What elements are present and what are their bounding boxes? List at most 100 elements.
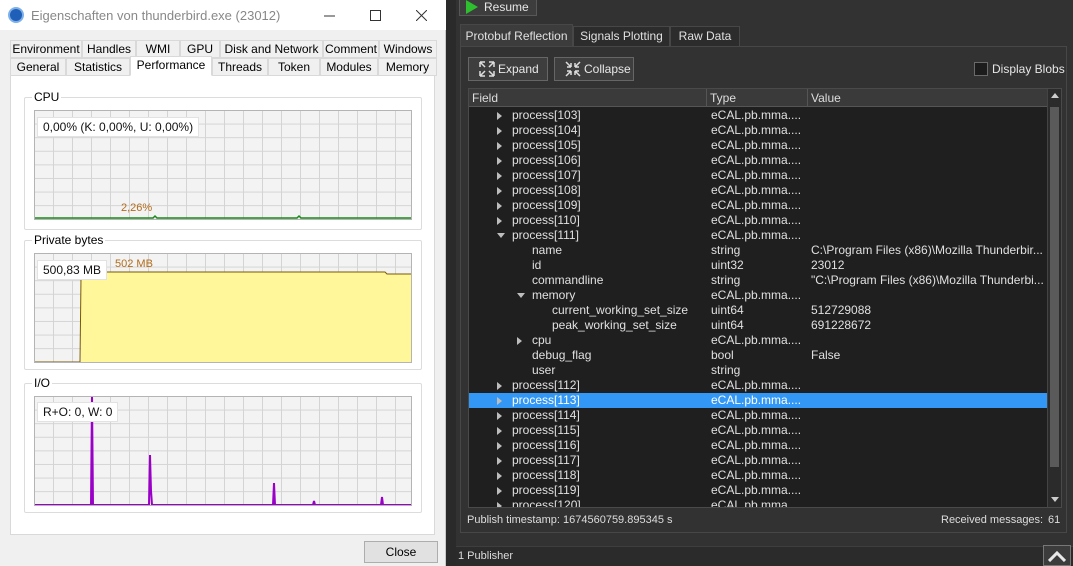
expanded-arrow-icon[interactable]: [497, 233, 505, 238]
tree-row[interactable]: peak_working_set_size uint64 691228672: [469, 318, 1047, 333]
collapsed-arrow-icon[interactable]: [497, 127, 502, 135]
type-cell: eCAL.pb.mma....: [711, 333, 802, 347]
tab-memory[interactable]: Memory: [378, 58, 437, 76]
column-header-value[interactable]: Value: [808, 89, 1047, 107]
collapsed-arrow-icon[interactable]: [497, 382, 502, 390]
close-window-button[interactable]: [398, 0, 444, 30]
tree-row[interactable]: id uint32 23012: [469, 258, 1047, 273]
tab-threads[interactable]: Threads: [212, 58, 268, 76]
tab-signals-plotting[interactable]: Signals Plotting: [573, 26, 670, 47]
collapsed-arrow-icon[interactable]: [497, 157, 502, 165]
collapsed-arrow-icon[interactable]: [497, 487, 502, 495]
tree-row[interactable]: name string C:\Program Files (x86)\Mozilla…: [469, 243, 1047, 258]
protobuf-tree[interactable]: Field Type Value process[103] eCAL.pb.mma…: [468, 88, 1062, 508]
field-cell: process[108]: [512, 183, 581, 197]
tab-raw-data[interactable]: Raw Data: [670, 26, 740, 47]
collapsed-arrow-icon[interactable]: [497, 397, 502, 405]
tree-row[interactable]: process[106] eCAL.pb.mma....: [469, 153, 1047, 168]
tree-row[interactable]: process[119] eCAL.pb.mma....: [469, 483, 1047, 498]
collapsed-arrow-icon[interactable]: [497, 502, 502, 507]
tab-performance[interactable]: Performance: [130, 56, 212, 76]
column-header-field[interactable]: Field: [469, 89, 707, 107]
field-cell: process[103]: [512, 108, 581, 122]
tree-row[interactable]: process[104] eCAL.pb.mma....: [469, 123, 1047, 138]
expand-button[interactable]: Expand: [468, 57, 548, 81]
tab-comment[interactable]: Comment: [323, 40, 379, 58]
tab-handles[interactable]: Handles: [82, 40, 136, 58]
tab-general[interactable]: General: [10, 58, 66, 76]
received-messages-label: Received messages:: [941, 514, 1044, 526]
field-cell: process[105]: [512, 138, 581, 152]
tree-row[interactable]: user string: [469, 363, 1047, 378]
tree-row[interactable]: process[118] eCAL.pb.mma....: [469, 468, 1047, 483]
collapsed-arrow-icon[interactable]: [497, 142, 502, 150]
tree-row[interactable]: process[103] eCAL.pb.mma....: [469, 108, 1047, 123]
type-cell: eCAL.pb.mma....: [711, 153, 802, 167]
type-cell: eCAL.pb.mma....: [711, 288, 802, 302]
collapse-label: Collapse: [584, 62, 631, 76]
tree-row[interactable]: process[120] eCAL.pb.mma....: [469, 498, 1047, 507]
tab-modules[interactable]: Modules: [320, 58, 378, 76]
tab-disk-and-network[interactable]: Disk and Network: [220, 40, 323, 58]
io-group-title: I/O: [32, 376, 53, 390]
type-cell: eCAL.pb.mma....: [711, 468, 802, 482]
collapsed-arrow-icon[interactable]: [497, 442, 502, 450]
private-bytes-readout: 500,83 MB: [37, 260, 108, 280]
collapsed-arrow-icon[interactable]: [497, 187, 502, 195]
column-header-type[interactable]: Type: [707, 89, 808, 107]
display-blobs-checkbox[interactable]: [974, 62, 988, 76]
tree-row[interactable]: process[114] eCAL.pb.mma....: [469, 408, 1047, 423]
tree-row[interactable]: process[112] eCAL.pb.mma....: [469, 378, 1047, 393]
tree-row[interactable]: memory eCAL.pb.mma....: [469, 288, 1047, 303]
tab-protobuf-reflection[interactable]: Protobuf Reflection: [460, 24, 573, 47]
tree-row[interactable]: commandline string "C:\Program Files (x86)…: [469, 273, 1047, 288]
field-cell: debug_flag: [532, 348, 592, 362]
type-cell: eCAL.pb.mma....: [711, 123, 802, 137]
publish-timestamp-label: Publish timestamp:: [467, 514, 560, 526]
tree-row[interactable]: current_working_set_size uint64 512729088: [469, 303, 1047, 318]
tab-environment[interactable]: Environment: [10, 40, 82, 58]
tree-row[interactable]: process[111] eCAL.pb.mma....: [469, 228, 1047, 243]
tree-row[interactable]: process[107] eCAL.pb.mma....: [469, 168, 1047, 183]
scrollbar-thumb[interactable]: [1050, 107, 1059, 467]
collapsed-arrow-icon[interactable]: [497, 457, 502, 465]
tab-windows[interactable]: Windows: [379, 40, 437, 58]
type-cell: eCAL.pb.mma....: [711, 183, 802, 197]
collapsed-arrow-icon[interactable]: [497, 217, 502, 225]
collapsed-arrow-icon[interactable]: [517, 337, 522, 345]
expanded-arrow-icon[interactable]: [517, 293, 525, 298]
tree-row[interactable]: process[110] eCAL.pb.mma....: [469, 213, 1047, 228]
tab-statistics[interactable]: Statistics: [66, 58, 130, 76]
tree-row[interactable]: process[109] eCAL.pb.mma....: [469, 198, 1047, 213]
type-cell: eCAL.pb.mma....: [711, 393, 802, 407]
collapsed-arrow-icon[interactable]: [497, 172, 502, 180]
field-cell: process[106]: [512, 153, 581, 167]
maximize-button[interactable]: [352, 0, 398, 30]
tree-row[interactable]: process[116] eCAL.pb.mma....: [469, 438, 1047, 453]
tree-row[interactable]: debug_flag bool False: [469, 348, 1047, 363]
tree-row[interactable]: cpu eCAL.pb.mma....: [469, 333, 1047, 348]
tree-row[interactable]: process[117] eCAL.pb.mma....: [469, 453, 1047, 468]
vertical-scrollbar[interactable]: [1047, 89, 1061, 507]
collapsed-arrow-icon[interactable]: [497, 472, 502, 480]
cpu-peak-label: 2,26%: [121, 202, 153, 214]
title-bar[interactable]: Eigenschaften von thunderbird.exe (23012…: [0, 0, 446, 30]
scroll-up-icon[interactable]: [1051, 93, 1059, 98]
scroll-down-icon[interactable]: [1051, 497, 1059, 502]
type-cell: eCAL.pb.mma....: [711, 438, 802, 452]
collapsed-arrow-icon[interactable]: [497, 112, 502, 120]
collapsed-arrow-icon[interactable]: [497, 202, 502, 210]
collapsed-arrow-icon[interactable]: [497, 427, 502, 435]
collapsed-arrow-icon[interactable]: [497, 412, 502, 420]
tab-token[interactable]: Token: [268, 58, 320, 76]
tree-row[interactable]: process[105] eCAL.pb.mma....: [469, 138, 1047, 153]
tree-row[interactable]: process[113] eCAL.pb.mma....: [469, 393, 1047, 408]
collapse-button[interactable]: Collapse: [554, 57, 634, 81]
toggle-panel-button[interactable]: [1043, 545, 1071, 566]
resume-button[interactable]: Resume: [459, 0, 537, 16]
type-cell: eCAL.pb.mma....: [711, 408, 802, 422]
tree-row[interactable]: process[115] eCAL.pb.mma....: [469, 423, 1047, 438]
tree-row[interactable]: process[108] eCAL.pb.mma....: [469, 183, 1047, 198]
minimize-button[interactable]: [306, 0, 352, 30]
close-button[interactable]: Close: [364, 541, 438, 563]
